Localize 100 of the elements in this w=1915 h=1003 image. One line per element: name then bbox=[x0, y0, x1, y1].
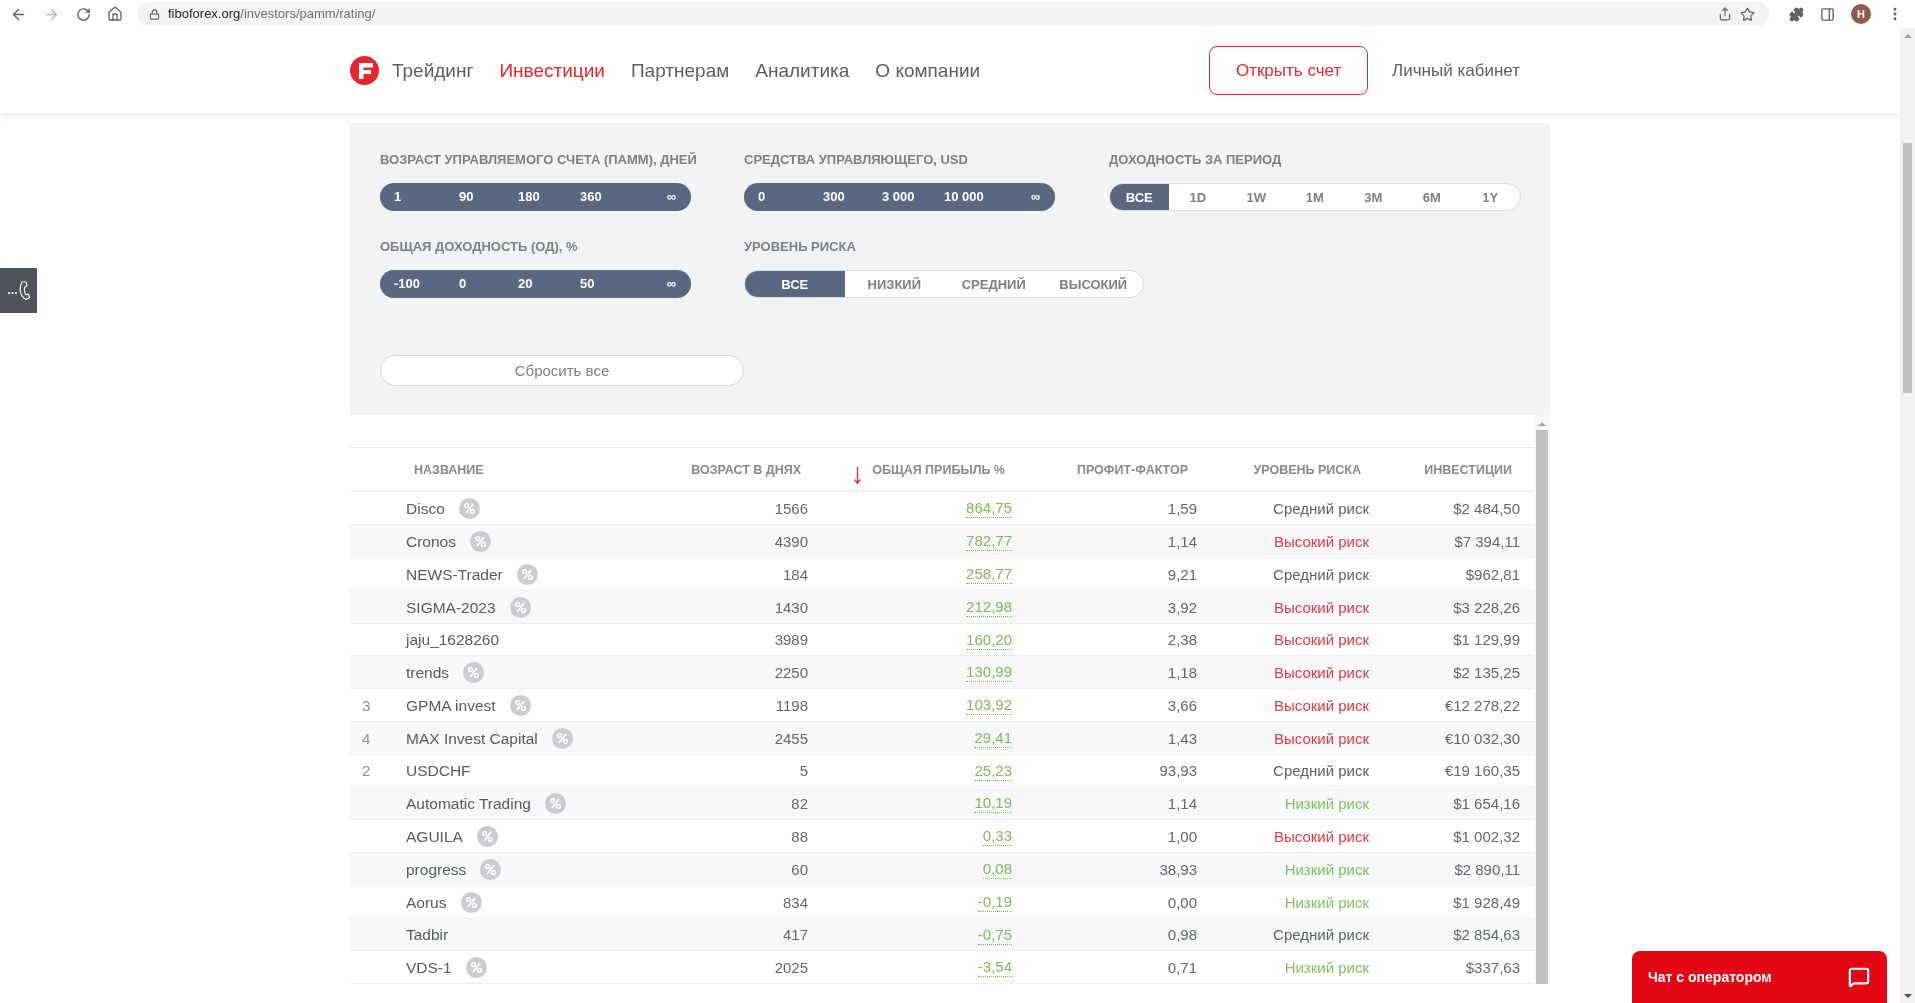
filter-option[interactable]: НИЗКИЙ bbox=[844, 271, 944, 297]
nav-link[interactable]: О компании bbox=[875, 58, 981, 83]
reset-button[interactable]: Сбросить все bbox=[380, 355, 744, 386]
lock-icon bbox=[149, 8, 160, 20]
fund-name[interactable]: Cronos bbox=[406, 531, 456, 552]
cabinet-link[interactable]: Личный кабинет bbox=[1392, 60, 1520, 81]
address-bar[interactable]: fiboforex.org/investors/pamm/rating/ bbox=[137, 2, 1769, 26]
filter-option[interactable]: 1W bbox=[1227, 184, 1286, 210]
nav-link[interactable]: Трейдинг bbox=[392, 58, 474, 83]
filter-option[interactable]: 1M bbox=[1285, 184, 1344, 210]
profit-factor-value: 0,00 bbox=[1167, 892, 1197, 913]
star-icon[interactable] bbox=[1740, 6, 1755, 22]
profit-factor-value: 9,21 bbox=[1167, 564, 1197, 585]
fund-name[interactable]: Automatic Trading bbox=[406, 793, 531, 814]
home-icon[interactable] bbox=[107, 6, 123, 22]
callback-tab[interactable] bbox=[0, 268, 37, 313]
age-value: 3989 bbox=[774, 630, 808, 650]
profit-link[interactable]: 782,77 bbox=[966, 532, 1012, 551]
filter-option[interactable]: 1D bbox=[1168, 184, 1227, 210]
profit-link[interactable]: 103,92 bbox=[966, 696, 1012, 715]
fund-name[interactable]: VDS-1 bbox=[406, 957, 452, 978]
filter-option[interactable]: ВЫСОКИЙ bbox=[1043, 271, 1143, 297]
column-header[interactable]: УРОВЕНЬ РИСКА bbox=[1253, 461, 1361, 478]
profit-link[interactable]: -0,75 bbox=[977, 925, 1012, 945]
tick-label: ∞ bbox=[666, 189, 676, 205]
column-header[interactable]: НАЗВАНИЕ bbox=[414, 461, 484, 478]
age-value: 5 bbox=[799, 761, 808, 781]
logo-icon[interactable] bbox=[350, 56, 379, 85]
range-slider[interactable]: -100 0 20 50 ∞ bbox=[380, 270, 691, 298]
tick-label: 3 000 bbox=[882, 189, 915, 205]
filter-option[interactable]: СРЕДНИЙ bbox=[944, 271, 1044, 297]
nav-link[interactable]: Инвестиции bbox=[499, 58, 605, 83]
investments-value: $962,81 bbox=[1465, 564, 1520, 585]
sidebar-icon[interactable] bbox=[1820, 6, 1835, 22]
fund-name[interactable]: Tadbir bbox=[406, 925, 449, 945]
profit-factor-value: 1,43 bbox=[1167, 728, 1197, 749]
range-slider[interactable]: 0 300 3 000 10 000 ∞ bbox=[744, 183, 1055, 211]
profit-link[interactable]: 864,75 bbox=[966, 499, 1012, 518]
risk-level: Высокий риск bbox=[1273, 597, 1369, 618]
profile-avatar[interactable]: H bbox=[1851, 4, 1871, 24]
age-value: 4390 bbox=[774, 531, 808, 552]
profit-factor-value: 38,93 bbox=[1159, 859, 1197, 880]
tick-label: ∞ bbox=[666, 276, 676, 292]
investments-value: $2 135,25 bbox=[1453, 662, 1520, 683]
profit-link[interactable]: 212,98 bbox=[966, 598, 1012, 617]
fund-name[interactable]: SIGMA-2023 bbox=[406, 597, 496, 618]
column-header[interactable]: ОБЩАЯ ПРИБЫЛЬ % bbox=[854, 455, 1005, 484]
fund-name[interactable]: progress bbox=[406, 859, 467, 880]
chat-icon bbox=[1848, 966, 1870, 988]
fund-name[interactable]: MAX Invest Capital bbox=[406, 728, 538, 749]
profit-link[interactable]: 258,77 bbox=[966, 565, 1012, 584]
column-header[interactable]: ПРОФИТ-ФАКТОР bbox=[1076, 461, 1188, 478]
nav-link[interactable]: Партнерам bbox=[630, 58, 730, 83]
share-icon[interactable] bbox=[1718, 7, 1732, 21]
fund-name[interactable]: GPMA invest bbox=[406, 695, 496, 716]
profit-link[interactable]: 25,23 bbox=[974, 761, 1012, 781]
filter-label: ОБЩАЯ ДОХОДНОСТЬ (ОД), % bbox=[380, 239, 578, 255]
profit-link[interactable]: -3,54 bbox=[977, 958, 1012, 977]
fund-name[interactable]: USDCHF bbox=[406, 761, 471, 781]
page-scrollbar[interactable] bbox=[1900, 28, 1915, 1003]
risk-level: Высокий риск bbox=[1273, 826, 1369, 847]
filter-option[interactable]: ВСЕ bbox=[1110, 184, 1169, 210]
profit-link[interactable]: 160,20 bbox=[966, 630, 1012, 650]
fund-name[interactable]: NEWS-Trader bbox=[406, 564, 503, 585]
tick-label: 50 bbox=[580, 276, 595, 292]
puzzle-icon[interactable] bbox=[1789, 6, 1804, 22]
reload-icon[interactable] bbox=[76, 6, 91, 22]
investments-value: $1 002,32 bbox=[1453, 826, 1520, 847]
column-header[interactable]: ВОЗРАСТ В ДНЯХ bbox=[691, 461, 801, 478]
fund-name[interactable]: jaju_1628260 bbox=[406, 630, 500, 650]
nav-link[interactable]: Аналитика bbox=[755, 58, 850, 83]
investments-value: $1 654,16 bbox=[1453, 793, 1520, 814]
risk-level: Низкий риск bbox=[1284, 793, 1369, 814]
age-value: 2455 bbox=[774, 728, 808, 749]
fund-name[interactable]: trends bbox=[406, 662, 450, 683]
filter-option[interactable]: 3M bbox=[1344, 184, 1403, 210]
range-slider[interactable]: 1 90 180 360 ∞ bbox=[380, 183, 691, 211]
age-value: 2250 bbox=[774, 662, 808, 683]
table-scrollbar[interactable] bbox=[1534, 415, 1550, 984]
risk-level: Средний риск bbox=[1273, 925, 1369, 945]
fund-name[interactable]: AGUILA bbox=[406, 826, 463, 847]
fund-name[interactable]: Aorus bbox=[406, 892, 447, 913]
filter-option[interactable]: 1Y bbox=[1461, 184, 1520, 210]
age-value: 184 bbox=[782, 564, 808, 585]
investments-value: $2 484,50 bbox=[1453, 498, 1520, 519]
rank-number: 2 bbox=[362, 761, 371, 781]
column-header[interactable]: ИНВЕСТИЦИИ bbox=[1424, 461, 1512, 478]
open-account-button[interactable]: Открыть счет bbox=[1209, 46, 1369, 95]
chat-button[interactable]: Чат с оператором bbox=[1632, 951, 1887, 1003]
profit-link[interactable]: 130,99 bbox=[966, 663, 1012, 682]
filter-option[interactable]: ВСЕ bbox=[745, 271, 845, 297]
fund-name[interactable]: Disco bbox=[406, 498, 445, 519]
profit-link[interactable]: 0,33 bbox=[982, 827, 1012, 846]
filter-option[interactable]: 6M bbox=[1402, 184, 1461, 210]
tick-label: 360 bbox=[580, 189, 602, 205]
profit-link[interactable]: -0,19 bbox=[977, 893, 1012, 912]
profit-link[interactable]: 29,41 bbox=[974, 729, 1012, 748]
risk-level: Высокий риск bbox=[1273, 695, 1369, 716]
profit-link[interactable]: 0,08 bbox=[982, 860, 1012, 879]
profit-link[interactable]: 10,19 bbox=[974, 794, 1012, 813]
